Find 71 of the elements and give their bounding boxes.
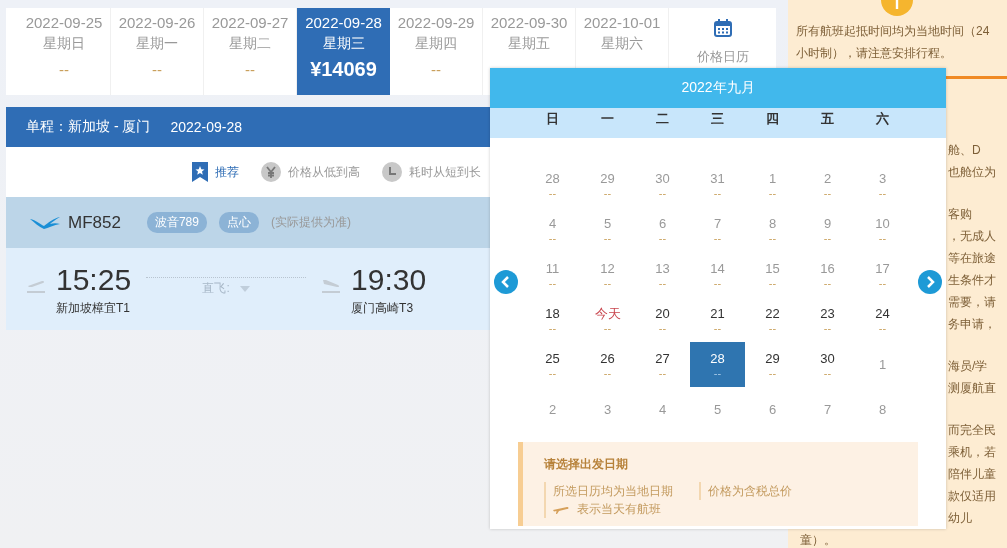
calendar-day[interactable]: 20 -- xyxy=(635,297,690,342)
rule-text: 幼儿 xyxy=(948,510,973,527)
calendar-day[interactable]: 21 -- xyxy=(690,297,745,342)
rule-text: ，无成人 xyxy=(948,228,997,245)
chevron-right-icon xyxy=(925,276,935,288)
calendar-day[interactable]: 今天 -- xyxy=(580,297,635,342)
flight-tag: 波音789 xyxy=(146,212,207,233)
weekday-label: 三 xyxy=(710,110,725,128)
weekday-label: 六 xyxy=(875,110,890,128)
flight-tag: 点心 xyxy=(218,212,259,233)
rule-text: 海员/学 xyxy=(948,358,989,375)
next-month-button[interactable] xyxy=(918,270,942,294)
legend-note: 表示当天有航班 xyxy=(577,501,661,518)
bird-icon xyxy=(30,216,60,229)
date-tab[interactable]: 2022-09-26 星期一 -- xyxy=(111,8,204,95)
chevron-left-icon xyxy=(501,276,511,288)
calendar-title: 2022年九月 xyxy=(490,68,946,108)
arrival-time: 19:30 xyxy=(351,264,427,296)
date-tab[interactable]: 2022-09-29 星期四 -- xyxy=(390,8,483,95)
route-date: 2022-09-28 xyxy=(170,119,243,135)
date-tab[interactable]: 2022-09-25 星期日 -- xyxy=(18,8,111,95)
departure-time: 15:25 xyxy=(56,264,132,296)
sort-option[interactable]: 价格从低到高 xyxy=(261,162,360,182)
rule-text: 等在旅途 xyxy=(948,250,997,267)
star-ribbon-icon xyxy=(192,162,208,182)
weekday-label: 一 xyxy=(600,110,615,128)
previous-month-button[interactable] xyxy=(494,270,518,294)
rule-text: 生条件才 xyxy=(948,272,997,289)
calendar-day[interactable]: 24 -- xyxy=(855,297,910,342)
notice-text: 所有航班起抵时间均为当地时间（24小时制），请注意安排行程。 xyxy=(796,23,991,62)
clock-icon xyxy=(382,162,402,182)
calendar-day[interactable]: 23 -- xyxy=(800,297,855,342)
sort-option[interactable]: 耗时从短到长 xyxy=(382,162,481,182)
weekday-label: 五 xyxy=(820,110,835,128)
rule-text: 陪伴儿童 xyxy=(948,466,997,483)
date-tab[interactable]: 2022-09-28 星期三 ¥14069 xyxy=(297,8,390,95)
sort-option[interactable]: 推荐 xyxy=(192,162,239,182)
arrival-airport: 厦门高崎T3 xyxy=(351,300,415,317)
calendar-icon xyxy=(712,18,733,38)
yen-icon xyxy=(261,162,281,182)
calendar-day[interactable]: 26 -- xyxy=(580,342,635,387)
route-label: 单程：新加坡 - 厦门 xyxy=(26,118,151,136)
calendar-day[interactable]: 22 -- xyxy=(745,297,800,342)
weekday-label: 日 xyxy=(545,110,560,128)
calendar-day[interactable]: 25 -- xyxy=(525,342,580,387)
legend-note: 价格为含税总价 xyxy=(699,482,792,500)
rule-text: 客购 xyxy=(948,206,973,223)
weekday-label: 二 xyxy=(655,110,670,128)
departure-airport: 新加坡樟宜T1 xyxy=(56,300,131,317)
rule-text: 测厦航直 xyxy=(948,380,997,397)
calendar-day[interactable]: 28 -- xyxy=(690,342,745,387)
rule-text: 童）。 xyxy=(799,534,836,547)
warning-icon xyxy=(881,0,913,16)
calendar-day[interactable]: 29 -- xyxy=(745,342,800,387)
legend-note: 所选日历均为当地日期 xyxy=(544,482,673,500)
legend-title: 请选择出发日期 xyxy=(544,456,629,473)
flight-note: (实际提供为准) xyxy=(270,214,351,231)
rule-text: 而完全民 xyxy=(948,422,997,439)
rule-text: 务申请， xyxy=(948,316,997,333)
rule-text: 款仅适用 xyxy=(948,488,997,505)
rule-text: 舱、D xyxy=(948,142,982,159)
rule-text: 乘机，若 xyxy=(948,444,997,461)
weekday-label: 四 xyxy=(765,110,780,128)
calendar-day[interactable]: 18 -- xyxy=(525,297,580,342)
calendar-day[interactable]: 30 -- xyxy=(800,342,855,387)
flight-number: MF852 xyxy=(68,212,121,233)
rule-text: 需要，请 xyxy=(948,294,997,311)
caret-icon xyxy=(239,285,250,292)
calendar-day[interactable]: 27 -- xyxy=(635,342,690,387)
plane-icon xyxy=(553,504,569,514)
rule-text: 也舱位为 xyxy=(948,164,997,181)
